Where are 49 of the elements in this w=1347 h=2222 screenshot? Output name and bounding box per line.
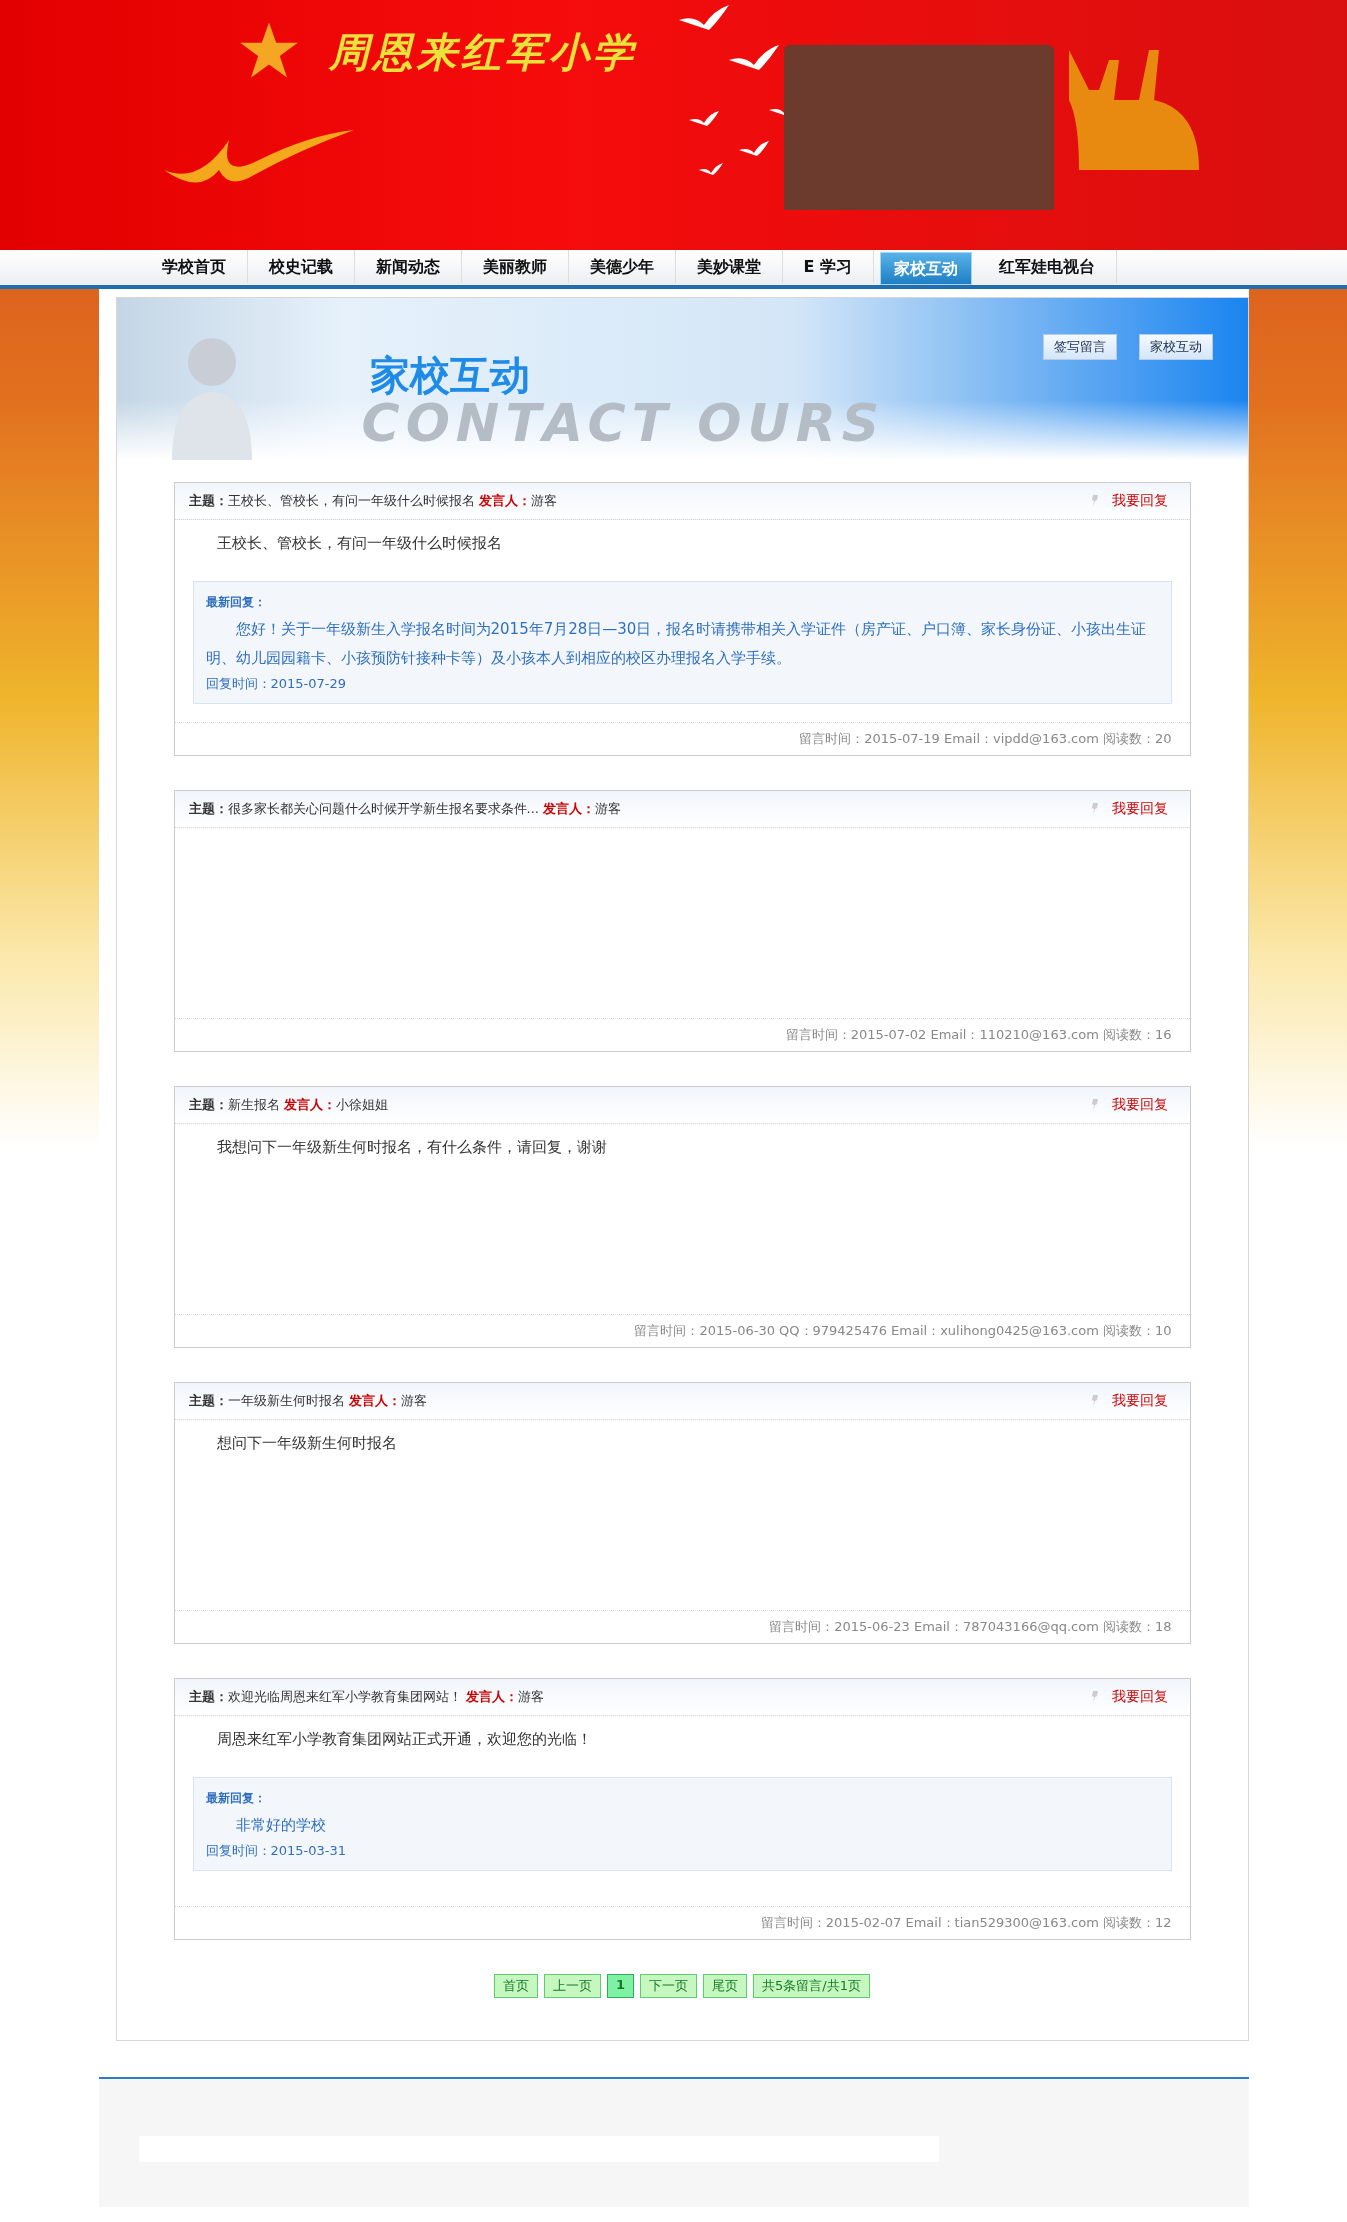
pin-icon: [1089, 1394, 1100, 1408]
page-button[interactable]: 下一页: [640, 1974, 698, 1998]
message-text: 想问下一年级新生何时报名: [216, 1434, 398, 1453]
reply-label: 最新回复：: [205, 594, 267, 611]
pin-icon: [1089, 1098, 1100, 1112]
nav-tab[interactable]: 校史记载: [247, 250, 355, 283]
banner-button[interactable]: 家校互动: [1138, 334, 1213, 360]
message-meta: 留言时间：2015-06-30 QQ：979425476 Email：xulihong0425@163.com 阅读数：10: [634, 1323, 1172, 1338]
page-button[interactable]: 上一页: [544, 1974, 601, 1998]
nav-tab[interactable]: 家校互动: [880, 252, 972, 285]
message-subject: 主题：欢迎光临周恩来红军小学教育集团网站！ 发言人：游客: [188, 1688, 544, 1706]
nav-tab[interactable]: 美妙课堂: [675, 250, 783, 283]
nav-tab[interactable]: 新闻动态: [354, 250, 462, 283]
school-name: 周恩来红军小学: [328, 28, 637, 77]
section-title: 家校互动: [369, 351, 530, 400]
pin-icon: [1089, 802, 1100, 816]
page-button[interactable]: 尾页: [703, 1974, 748, 1998]
nav-tab[interactable]: 美丽教师: [461, 250, 569, 283]
reply-link[interactable]: 我要回复: [1111, 1688, 1168, 1706]
pin-icon: [1089, 494, 1100, 508]
nav-tab[interactable]: E 学习: [782, 250, 874, 283]
message-text: 我想问下一年级新生何时报名，有什么条件，请回复，谢谢: [216, 1138, 608, 1157]
pin-icon: [1089, 1690, 1100, 1704]
page-button[interactable]: 1: [607, 1974, 635, 1998]
nav-tab[interactable]: 学校首页: [140, 250, 248, 283]
message-subject: 主题：很多家长都关心问题什么时候开学新生报名要求条件... 发言人：游客: [188, 800, 622, 818]
reply-time: 回复时间：2015-03-31: [205, 1842, 348, 1860]
message-subject: 主题：王校长、管校长，有问一年级什么时候报名 发言人：游客: [188, 492, 557, 510]
message-text: 王校长、管校长，有问一年级什么时候报名: [216, 534, 503, 553]
reply-link[interactable]: 我要回复: [1111, 1096, 1168, 1114]
banner-button[interactable]: 签写留言: [1042, 334, 1117, 360]
message-text: 周恩来红军小学教育集团网站正式开通，欢迎您的光临！: [216, 1730, 593, 1749]
nav-tab[interactable]: 红军娃电视台: [978, 250, 1117, 283]
reply-text: 您好！关于一年级新生入学报名时间为2015年7月28日—30日，报名时请携带相关入学证件（房产证、户口簿、家长身份证、小孩出生证明、幼儿园园籍卡、小孩预防针接种卡等）及小孩本人到相应的校区办理报名入学手续。: [205, 619, 1148, 669]
reply-text: 非常好的学校: [234, 1815, 327, 1836]
message-meta: 留言时间：2015-07-19 Email：vipdd@163.com 阅读数：20: [799, 731, 1172, 746]
message-meta: 留言时间：2015-06-23 Email：787043166@qq.com 阅读数：18: [769, 1619, 1172, 1634]
reply-label: 最新回复：: [205, 1790, 267, 1807]
nav-tab[interactable]: 美德少年: [568, 250, 676, 283]
message-subject: 主题：一年级新生何时报名 发言人：游客: [188, 1392, 427, 1410]
message-meta: 留言时间：2015-02-07 Email：tian529300@163.com 阅读数：12: [760, 1915, 1172, 1930]
reply-time: 回复时间：2015-07-29: [205, 675, 348, 693]
message-subject: 主题：新生报名 发言人：小徐姐姐: [188, 1096, 388, 1114]
message-meta: 留言时间：2015-07-02 Email：110210@163.com 阅读数：16: [785, 1027, 1172, 1042]
page-count: 共5条留言/共1页: [753, 1974, 870, 1998]
reply-link[interactable]: 我要回复: [1111, 800, 1168, 818]
reply-link[interactable]: 我要回复: [1111, 492, 1168, 510]
page-button[interactable]: 首页: [494, 1974, 538, 1998]
reply-link[interactable]: 我要回复: [1111, 1392, 1168, 1410]
